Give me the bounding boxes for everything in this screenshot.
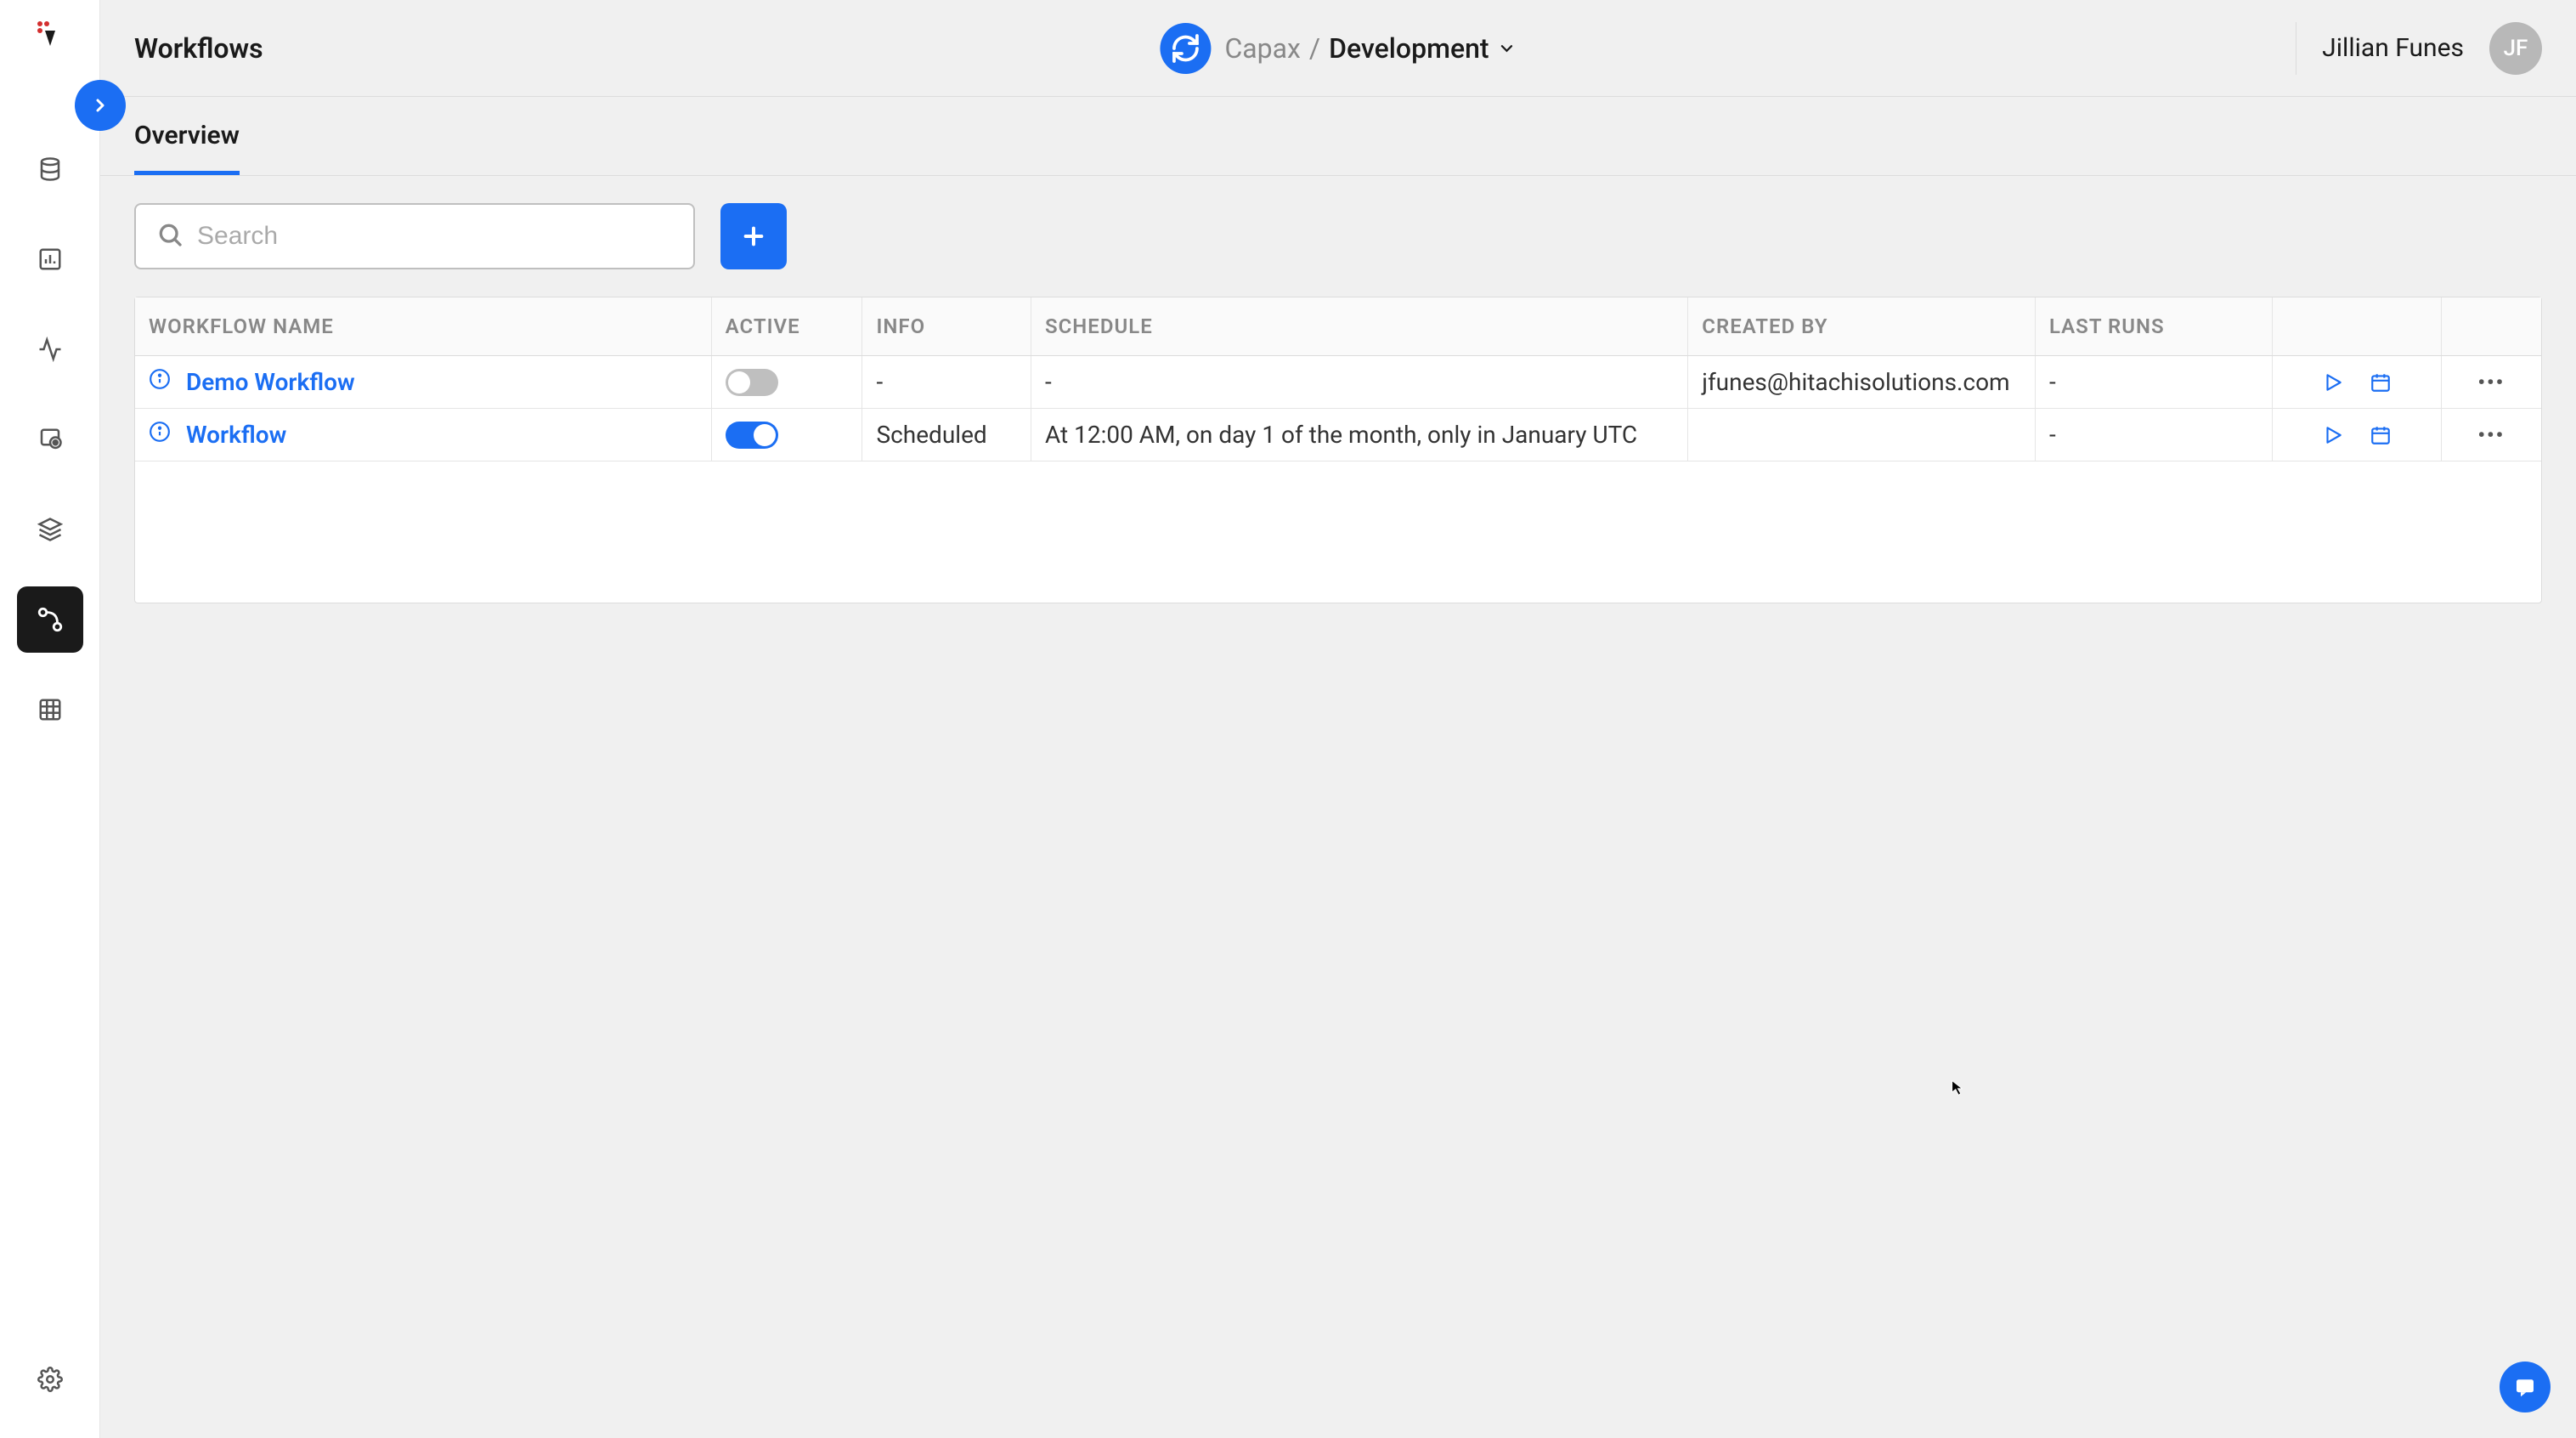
breadcrumb[interactable]: Capax / Development (1160, 23, 1516, 74)
col-header-active[interactable]: Active (711, 297, 862, 356)
table-row: Workflow ScheduledAt 12:00 AM, on day 1 … (135, 409, 2541, 461)
nav-chart[interactable] (17, 226, 83, 292)
info-icon (149, 421, 171, 449)
nav-settings[interactable] (17, 1346, 83, 1413)
more-menu-button[interactable]: ••• (2455, 371, 2528, 394)
cell-last-runs: - (2035, 356, 2272, 409)
col-header-more (2441, 297, 2541, 356)
col-header-info[interactable]: Info (862, 297, 1031, 356)
avatar[interactable]: JF (2489, 22, 2542, 75)
tabs: Overview (100, 97, 2576, 176)
toolbar (100, 176, 2576, 297)
user-name: Jillian Funes (2322, 33, 2464, 63)
cell-schedule: - (1031, 356, 1687, 409)
sidebar-expand-button[interactable] (75, 80, 126, 131)
active-toggle[interactable] (726, 369, 778, 396)
workflow-link[interactable]: Demo Workflow (186, 368, 355, 396)
nav-layers[interactable] (17, 496, 83, 563)
sidebar (0, 0, 100, 1438)
info-icon (149, 368, 171, 396)
table-row: Demo Workflow --jfunes@hitachisolutions.… (135, 356, 2541, 409)
tab-overview[interactable]: Overview (134, 97, 240, 175)
nav-shield[interactable] (17, 406, 83, 473)
more-menu-button[interactable]: ••• (2455, 423, 2528, 447)
cell-created-by: jfunes@hitachisolutions.com (1688, 356, 2036, 409)
col-header-lastruns[interactable]: Last Runs (2035, 297, 2272, 356)
table-empty-space (135, 461, 2541, 603)
chevron-down-icon (1498, 32, 1517, 65)
cell-last-runs: - (2035, 409, 2272, 461)
workflow-link[interactable]: Workflow (186, 421, 286, 449)
search-wrap (134, 203, 695, 269)
chat-widget-button[interactable] (2500, 1362, 2551, 1413)
play-button[interactable] (2322, 371, 2344, 393)
nav-workflows[interactable] (17, 586, 83, 653)
workflow-table: Workflow Name Active Info Schedule Creat… (134, 297, 2542, 603)
search-icon (156, 221, 184, 252)
main-content: Workflows Capax / Development (100, 0, 2576, 1438)
breadcrumb-org: Capax (1224, 32, 1300, 65)
play-button[interactable] (2322, 424, 2344, 446)
calendar-button[interactable] (2370, 371, 2392, 393)
cell-created-by (1688, 409, 2036, 461)
breadcrumb-env: Development (1329, 32, 1489, 65)
cell-info: - (862, 356, 1031, 409)
col-header-actions (2273, 297, 2441, 356)
active-toggle[interactable] (726, 422, 778, 449)
nav-activity[interactable] (17, 316, 83, 382)
search-input[interactable] (197, 222, 673, 251)
page-title: Workflows (134, 32, 263, 65)
header: Workflows Capax / Development (100, 0, 2576, 97)
col-header-name[interactable]: Workflow Name (135, 297, 711, 356)
cell-schedule: At 12:00 AM, on day 1 of the month, only… (1031, 409, 1687, 461)
breadcrumb-sep: / (1309, 32, 1320, 65)
cell-info: Scheduled (862, 409, 1031, 461)
add-workflow-button[interactable] (720, 203, 787, 269)
app-logo[interactable] (33, 17, 67, 51)
nav-grid[interactable] (17, 677, 83, 743)
sync-icon (1160, 23, 1211, 74)
col-header-created[interactable]: Created By (1688, 297, 2036, 356)
nav-database[interactable] (17, 136, 83, 202)
col-header-schedule[interactable]: Schedule (1031, 297, 1687, 356)
user-area[interactable]: Jillian Funes JF (2296, 22, 2542, 75)
calendar-button[interactable] (2370, 424, 2392, 446)
